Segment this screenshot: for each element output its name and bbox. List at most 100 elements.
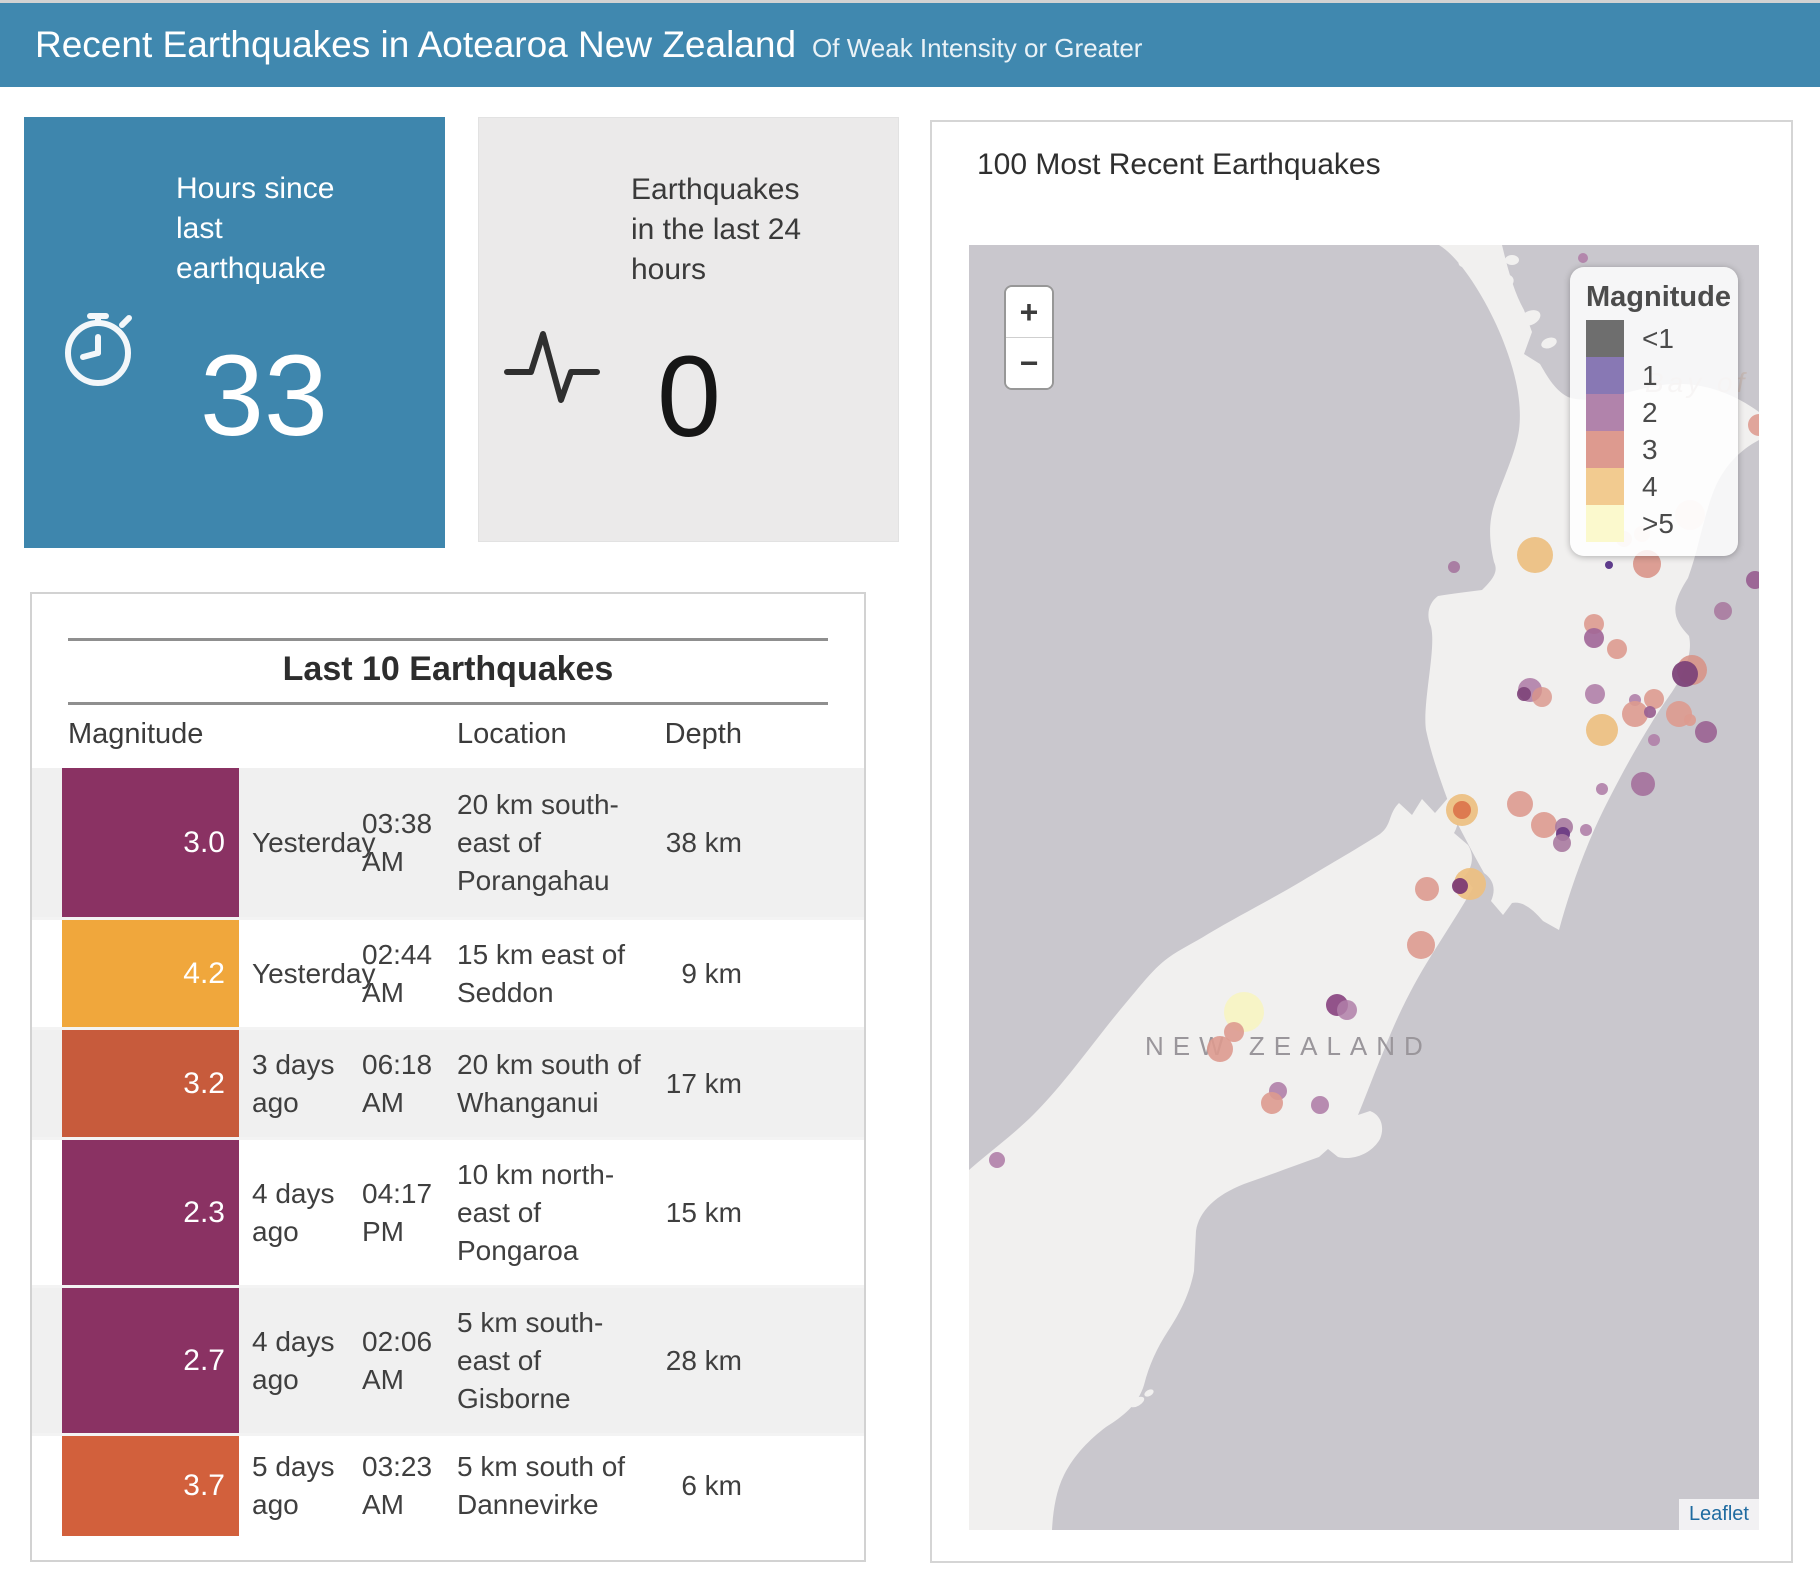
magnitude-legend: Magnitude <11234>5	[1570, 267, 1738, 556]
earthquake-dot[interactable]	[1337, 1000, 1357, 1020]
column-header-magnitude: Magnitude	[68, 718, 203, 751]
column-header-location: Location	[457, 718, 567, 751]
earthquake-dot[interactable]	[1531, 812, 1557, 838]
table-row[interactable]: 2.34 days ago04:17 PM10 km north-east of…	[32, 1137, 864, 1285]
earthquake-dot[interactable]	[1311, 1096, 1329, 1114]
earthquake-dot[interactable]	[1532, 687, 1552, 707]
time-cell: 06:18 AM	[362, 1046, 457, 1122]
leaflet-attribution: Leaflet	[1679, 1499, 1759, 1530]
table-row[interactable]: 4.2Yesterday02:44 AM15 km east of Seddon…	[32, 917, 864, 1027]
earthquake-dot[interactable]	[1207, 1036, 1233, 1062]
earthquake-dot[interactable]	[1448, 561, 1460, 573]
header-bar: Recent Earthquakes in Aotearoa New Zeala…	[0, 3, 1820, 87]
leaflet-map[interactable]: Bay of Ple NEW ZEALAND + − Magnitude <11…	[969, 245, 1759, 1530]
date-cell: Yesterday	[252, 824, 362, 862]
depth-cell: 15 km	[652, 1194, 742, 1232]
earthquake-dot[interactable]	[1644, 706, 1656, 718]
table-header-row: Magnitude Location Depth	[32, 718, 864, 766]
legend-label: <1	[1642, 323, 1674, 355]
leaflet-link[interactable]: Leaflet	[1689, 1503, 1749, 1526]
page-title: Recent Earthquakes in Aotearoa New Zeala…	[35, 3, 796, 87]
date-cell: 4 days ago	[252, 1323, 362, 1399]
time-cell: 03:38 AM	[362, 805, 457, 881]
earthquake-dot[interactable]	[1648, 734, 1660, 746]
earthquake-dot[interactable]	[1415, 877, 1439, 901]
earthquake-dot[interactable]	[1517, 687, 1531, 701]
location-cell: 20 km south-east of Porangahau	[457, 786, 652, 900]
date-cell: 5 days ago	[252, 1448, 362, 1524]
earthquake-dot[interactable]	[1695, 721, 1717, 743]
new-zealand-label: NEW ZEALAND	[1145, 1031, 1432, 1062]
magnitude-cell: 3.7	[62, 1436, 239, 1536]
earthquake-dot[interactable]	[1586, 714, 1618, 746]
hours-since-value: 33	[174, 339, 354, 454]
location-cell: 10 km north-east of Pongaroa	[457, 1156, 652, 1270]
legend-entry: 4	[1570, 468, 1738, 505]
earthquake-dot[interactable]	[1517, 537, 1553, 573]
time-cell: 04:17 PM	[362, 1175, 457, 1251]
earthquake-dot[interactable]	[1261, 1092, 1283, 1114]
table-title: Last 10 Earthquakes	[32, 650, 864, 689]
table-row[interactable]: 2.74 days ago02:06 AM5 km south-east of …	[32, 1285, 864, 1433]
depth-cell: 28 km	[652, 1342, 742, 1380]
earthquake-dot[interactable]	[1407, 931, 1435, 959]
legend-title: Magnitude	[1586, 281, 1738, 314]
earthquake-dot[interactable]	[1584, 628, 1604, 648]
table-row[interactable]: 3.0 Yesterday03:38 AM20 km south-east of …	[32, 768, 864, 917]
last24-count-card: Earthquakes in the last 24 hours 0	[478, 117, 899, 542]
earthquake-dot[interactable]	[1507, 791, 1533, 817]
zoom-control: + −	[1004, 285, 1054, 390]
table-row[interactable]: 3.75 days ago03:23 AM5 km south of Danne…	[32, 1433, 864, 1536]
earthquake-dot[interactable]	[1585, 684, 1605, 704]
legend-swatch	[1586, 431, 1624, 468]
hours-since-label: Hours since last earthquake	[176, 169, 376, 289]
depth-cell: 38 km	[652, 824, 742, 862]
earthquake-dot[interactable]	[1580, 824, 1592, 836]
magnitude-cell: 3.2	[62, 1030, 239, 1137]
legend-entry: <1	[1570, 320, 1738, 357]
location-cell: 20 km south of Whanganui	[457, 1046, 652, 1122]
legend-swatch	[1586, 394, 1624, 431]
earthquake-dashboard: Recent Earthquakes in Aotearoa New Zeala…	[0, 0, 1820, 1596]
magnitude-cell: 2.7	[62, 1288, 239, 1433]
hours-since-card: Hours since last earthquake 33	[24, 117, 445, 548]
earthquake-dot[interactable]	[1672, 661, 1698, 687]
time-cell: 02:44 AM	[362, 936, 457, 1012]
table-title-rule	[68, 702, 828, 705]
table-row[interactable]: 3.23 days ago06:18 AM20 km south of Whan…	[32, 1027, 864, 1137]
magnitude-cell: 3.0	[62, 768, 239, 917]
location-cell: 5 km south of Dannevirke	[457, 1448, 652, 1524]
zoom-in-button[interactable]: +	[1006, 287, 1052, 338]
legend-entries: <11234>5	[1570, 320, 1738, 542]
earthquake-dot[interactable]	[1631, 772, 1655, 796]
south-island-shape	[969, 798, 1473, 1530]
earthquake-dot[interactable]	[1553, 834, 1571, 852]
magnitude-cell: 4.2	[62, 920, 239, 1027]
earthquake-dot[interactable]	[1746, 571, 1759, 589]
column-header-depth: Depth	[652, 718, 742, 751]
date-cell: 3 days ago	[252, 1046, 362, 1122]
earthquake-dot[interactable]	[1714, 602, 1732, 620]
recent-earthquakes-table-panel: Last 10 Earthquakes Magnitude Location D…	[30, 592, 866, 1562]
earthquake-dot[interactable]	[989, 1152, 1005, 1168]
earthquake-dot[interactable]	[1453, 801, 1471, 819]
depth-cell: 17 km	[652, 1065, 742, 1103]
earthquake-dot[interactable]	[1578, 253, 1588, 263]
legend-label: 3	[1642, 434, 1658, 466]
earthquake-dot[interactable]	[1684, 714, 1696, 726]
map-title: 100 Most Recent Earthquakes	[977, 148, 1381, 182]
legend-label: 1	[1642, 360, 1658, 392]
last24-count-value: 0	[629, 340, 749, 455]
depth-cell: 6 km	[652, 1467, 742, 1505]
earthquake-dot[interactable]	[1452, 878, 1468, 894]
zoom-out-button[interactable]: −	[1006, 338, 1052, 388]
earthquake-dot[interactable]	[1605, 561, 1613, 569]
legend-entry: 1	[1570, 357, 1738, 394]
earthquake-dot[interactable]	[1607, 639, 1627, 659]
earthquake-dot[interactable]	[1596, 783, 1608, 795]
depth-cell: 9 km	[652, 955, 742, 993]
last24-count-label: Earthquakes in the last 24 hours	[631, 170, 831, 290]
legend-entry: >5	[1570, 505, 1738, 542]
page-subtitle: Of Weak Intensity or Greater	[812, 33, 1142, 64]
legend-entry: 3	[1570, 431, 1738, 468]
